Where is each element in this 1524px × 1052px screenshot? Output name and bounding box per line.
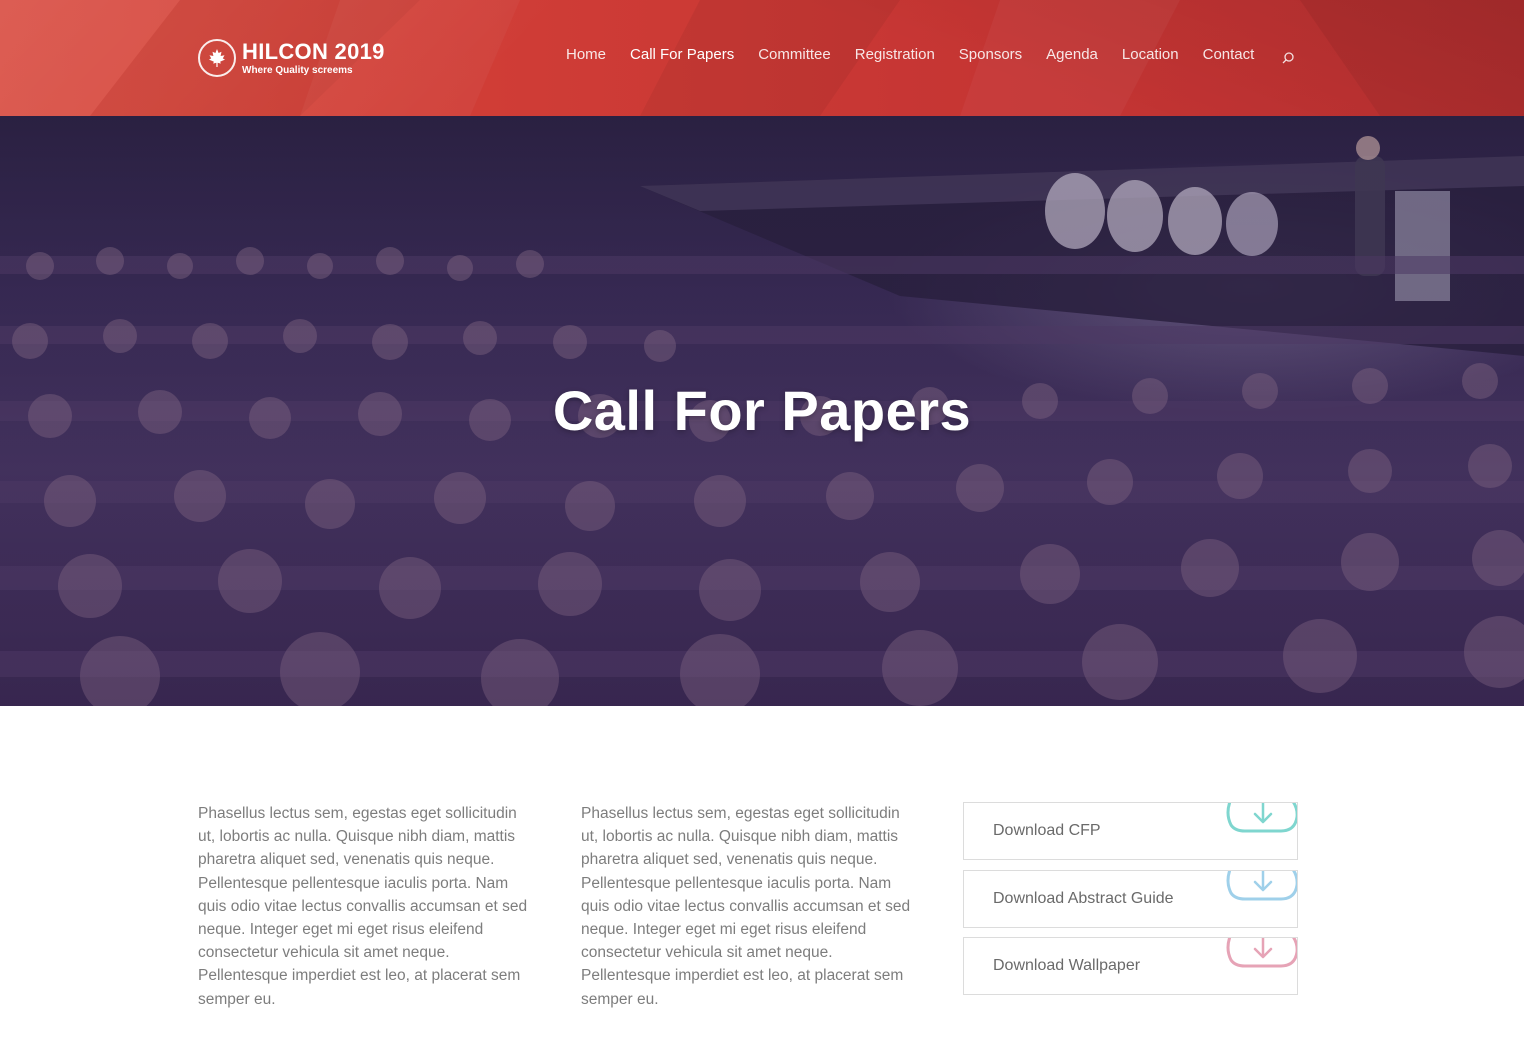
- intro-text-column-2: Phasellus lectus sem, egestas eget solli…: [581, 805, 911, 1008]
- cloud-download-icon: [1226, 870, 1297, 900]
- download-wallpaper-button[interactable]: Download Wallpaper: [963, 937, 1298, 995]
- nav-item-committee[interactable]: Committee: [758, 46, 831, 63]
- download-wallpaper-label: Download Wallpaper: [993, 957, 1141, 974]
- cloud-download-icon: [1226, 803, 1297, 833]
- download-abstract-guide-label: Download Abstract Guide: [993, 889, 1174, 907]
- brand-title: HILCON 2019: [242, 38, 385, 64]
- search-icon[interactable]: [1281, 51, 1295, 65]
- intro-text-column-1: Phasellus lectus sem, egestas eget solli…: [198, 805, 528, 1008]
- nav-item-call-for-papers[interactable]: Call For Papers: [630, 46, 734, 63]
- brand-tagline: Where Quality screems: [242, 64, 353, 76]
- nav-item-agenda[interactable]: Agenda: [1046, 46, 1098, 63]
- download-cfp-button[interactable]: Download CFP: [963, 802, 1298, 860]
- cloud-download-icon: [1226, 938, 1297, 968]
- nav-item-contact[interactable]: Contact: [1203, 46, 1255, 63]
- download-list: Download CFP Download Abstract Guide Dow…: [963, 802, 1298, 1005]
- nav-item-home[interactable]: Home: [566, 46, 606, 63]
- nav-item-sponsors[interactable]: Sponsors: [959, 46, 1022, 63]
- page-title: Call For Papers: [552, 379, 972, 442]
- nav-item-registration[interactable]: Registration: [855, 46, 935, 63]
- maple-leaf-icon: [198, 39, 236, 77]
- hero-banner: Call For Papers: [0, 116, 1524, 706]
- download-abstract-guide-button[interactable]: Download Abstract Guide: [963, 869, 1298, 928]
- site-header: HILCON 2019 Where Quality screems Home C…: [0, 0, 1524, 116]
- site-logo[interactable]: HILCON 2019 Where Quality screems: [198, 38, 385, 78]
- download-cfp-label: Download CFP: [993, 822, 1101, 839]
- nav-item-location[interactable]: Location: [1122, 46, 1179, 63]
- main-navigation: Home Call For Papers Committee Registrat…: [566, 46, 1278, 63]
